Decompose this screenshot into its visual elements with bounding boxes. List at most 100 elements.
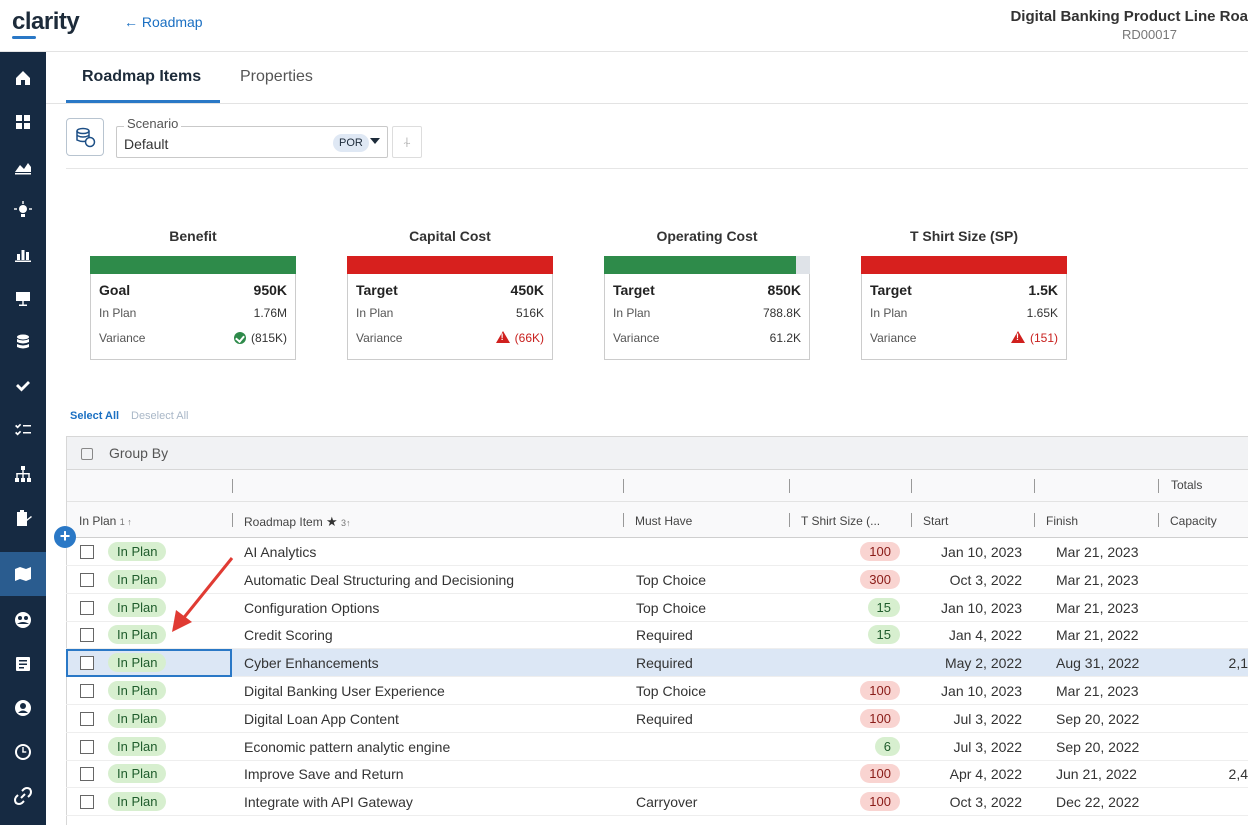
link-icon[interactable] [0,774,46,818]
tshirt-size-badge[interactable]: 100 [860,764,900,784]
finish-date[interactable]: Mar 21, 2023 [1056,572,1139,588]
col-must-have[interactable]: Must Have [635,514,692,528]
check-icon[interactable] [0,364,46,408]
start-date[interactable]: Jul 3, 2022 [954,711,1023,727]
chevron-down-icon[interactable] [370,138,380,144]
dashboard-icon[interactable] [0,100,46,144]
col-capacity[interactable]: Capacity [1170,514,1217,528]
must-have-value[interactable]: Top Choice [636,572,706,588]
in-plan-badge[interactable]: In Plan [108,708,167,728]
clock-icon[interactable] [0,730,46,774]
in-plan-badge[interactable]: In Plan [108,597,167,617]
tshirt-size-badge[interactable]: 15 [867,597,900,617]
row-checkbox[interactable] [80,795,94,810]
scenario-manager-button[interactable] [66,118,104,156]
tshirt-size-badge[interactable]: 100 [860,681,900,700]
presentation-icon[interactable] [0,276,46,320]
tshirt-size-badge[interactable]: 100 [860,792,900,812]
must-have-value[interactable]: Required [636,627,693,643]
table-row[interactable]: In Plan Economic pattern analytic engine 6… [66,733,1248,761]
in-plan-badge[interactable]: In Plan [108,764,167,784]
in-plan-badge[interactable]: In Plan [108,681,167,700]
in-plan-badge[interactable]: In Plan [108,792,167,812]
row-checkbox[interactable] [80,739,94,754]
roadmap-item-name[interactable]: Digital Banking User Experience [244,683,445,699]
roadmap-icon[interactable] [0,552,46,596]
in-plan-badge[interactable]: In Plan [108,625,167,645]
tshirt-size-badge[interactable]: 300 [860,569,900,589]
tshirt-size-badge[interactable]: 6 [874,736,900,756]
finish-date[interactable]: Jun 21, 2022 [1056,766,1137,782]
staffing-icon[interactable] [0,686,46,730]
lightbulb-icon[interactable] [0,188,46,232]
roadmap-item-name[interactable]: Automatic Deal Structuring and Decisioni… [244,572,514,588]
row-checkbox[interactable] [80,684,94,698]
team-icon[interactable] [0,598,46,642]
table-row[interactable]: In Plan Integrate with API Gateway Carryov… [66,788,1248,817]
split-icon[interactable]: ⍭ [392,126,422,158]
add-row-button[interactable]: + [54,526,76,548]
col-finish[interactable]: Finish [1046,514,1078,528]
must-have-value[interactable]: Top Choice [636,683,706,699]
table-row[interactable]: In Plan Cyber Enhancements Required May 2, … [66,649,1248,678]
start-date[interactable]: Oct 3, 2022 [950,794,1022,810]
start-date[interactable]: Jan 10, 2023 [941,683,1022,699]
start-date[interactable]: Jan 10, 2023 [941,600,1022,616]
home-icon[interactable] [0,56,46,100]
roadmap-item-name[interactable]: Integrate with API Gateway [244,794,413,810]
hierarchy-icon[interactable] [0,452,46,496]
table-row[interactable]: In Plan Improve Save and Return 100 Apr 4, … [66,760,1248,789]
row-checkbox[interactable] [80,600,94,615]
must-have-value[interactable]: Required [636,655,693,671]
finish-date[interactable]: Aug 31, 2022 [1056,655,1139,671]
col-start[interactable]: Start [923,514,948,528]
back-to-roadmap-link[interactable]: ← Roadmap [124,14,203,30]
deselect-all-link[interactable]: Deselect All [131,410,188,422]
clipboard-icon[interactable] [0,496,46,540]
tab-roadmap-items[interactable]: Roadmap Items [82,68,201,86]
finish-date[interactable]: Mar 21, 2023 [1056,544,1139,560]
start-date[interactable]: Apr 4, 2022 [950,766,1022,782]
tab-properties[interactable]: Properties [240,68,313,86]
roadmap-item-name[interactable]: Cyber Enhancements [244,655,379,671]
roadmap-item-name[interactable]: Improve Save and Return [244,766,404,782]
row-checkbox[interactable] [80,711,94,726]
clarity-logo[interactable]: clarity [12,8,80,36]
in-plan-badge[interactable]: In Plan [108,569,167,589]
tshirt-size-badge[interactable]: 15 [867,625,900,645]
finish-date[interactable]: Mar 21, 2022 [1056,627,1139,643]
col-tshirt-size[interactable]: T Shirt Size (... [801,514,880,528]
finish-date[interactable]: Dec 22, 2022 [1056,794,1139,810]
table-row[interactable]: In Plan Digital Loan App Content Required 1… [66,705,1248,733]
start-date[interactable]: Jan 4, 2022 [949,627,1022,643]
must-have-value[interactable]: Required [636,711,693,727]
checklist-icon[interactable] [0,408,46,452]
start-date[interactable]: Jul 3, 2022 [954,739,1023,755]
finish-date[interactable]: Mar 21, 2023 [1056,600,1139,616]
row-checkbox[interactable] [80,572,94,587]
in-plan-badge[interactable]: In Plan [108,736,167,756]
row-checkbox[interactable] [80,545,94,559]
chart-area-icon[interactable] [0,144,46,188]
row-checkbox[interactable] [80,628,94,643]
must-have-value[interactable]: Carryover [636,794,697,810]
roadmap-item-name[interactable]: Digital Loan App Content [244,711,399,727]
row-checkbox[interactable] [80,767,94,782]
must-have-value[interactable]: Top Choice [636,600,706,616]
table-row[interactable]: In Plan Digital Banking User Experience To… [66,677,1248,705]
tshirt-size-badge[interactable]: 100 [860,542,900,561]
bar-chart-icon[interactable] [0,232,46,276]
start-date[interactable]: Oct 3, 2022 [950,572,1022,588]
roadmap-item-name[interactable]: Economic pattern analytic engine [244,739,450,755]
col-roadmap-item[interactable]: Roadmap Item ★ 3↑ [244,514,351,530]
col-in-plan[interactable]: In Plan 1 ↑ [79,514,132,528]
group-by-bar[interactable]: Group By [67,436,1248,470]
select-all-link[interactable]: Select All [70,410,119,422]
in-plan-badge[interactable]: In Plan [108,542,167,561]
finish-date[interactable]: Sep 20, 2022 [1056,739,1139,755]
finish-date[interactable]: Mar 21, 2023 [1056,683,1139,699]
start-date[interactable]: May 2, 2022 [945,655,1022,671]
start-date[interactable]: Jan 10, 2023 [941,544,1022,560]
tshirt-size-badge[interactable]: 100 [860,708,900,728]
database-icon[interactable] [0,320,46,364]
